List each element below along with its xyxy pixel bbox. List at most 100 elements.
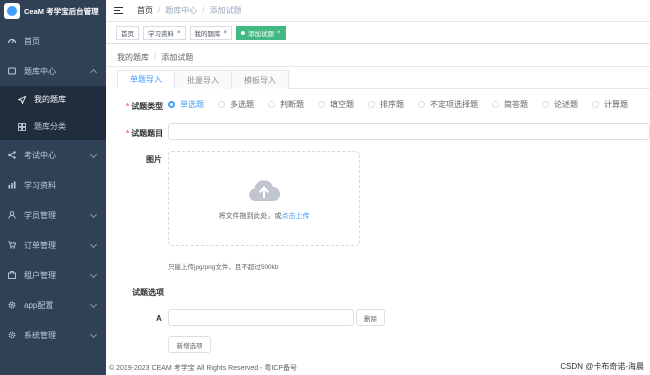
grid-icon <box>18 122 26 131</box>
brand[interactable]: CeaM 考学宝后台管理 <box>0 0 106 22</box>
sidebar-item-my-bank[interactable]: 我的题库 <box>0 86 106 113</box>
chevron-up-icon <box>89 68 98 77</box>
tag-label: 添加试题 <box>248 30 275 38</box>
sidebar-item-question-bank[interactable]: 题库中心 <box>0 56 106 86</box>
active-dot-icon <box>241 30 246 35</box>
sidebar-item-label: 我的题库 <box>34 95 66 104</box>
chevron-down-icon <box>89 270 98 279</box>
hamburger-icon[interactable] <box>114 6 123 15</box>
sidebar-item-label: 系统管理 <box>24 330 56 340</box>
question-bank-icon <box>8 67 16 75</box>
navbar: 首页 / 题库中心 / 添加试题 <box>106 0 650 22</box>
close-icon[interactable]: × <box>224 30 228 36</box>
dashboard-icon <box>8 37 16 45</box>
sidebar-item-bank-category[interactable]: 题库分类 <box>0 113 106 140</box>
option-input[interactable] <box>168 309 354 326</box>
breadcrumb-item: 添加试题 <box>161 53 194 62</box>
app-title: CeaM 考学宝后台管理 <box>24 6 99 16</box>
logo-icon <box>4 3 20 19</box>
tags-view: 首页 学习资料 × 我的题库 × 添加试题 × <box>106 22 650 44</box>
radio-essay[interactable]: 论述题 <box>542 99 578 110</box>
tag-label: 我的题库 <box>194 30 221 38</box>
radio-multiple-choice[interactable]: 多选题 <box>218 99 254 110</box>
radio-true-false[interactable]: 判断题 <box>268 99 304 110</box>
radio-short-answer[interactable]: 简答题 <box>492 99 528 110</box>
tab-template-import[interactable]: 模板导入 <box>231 70 289 89</box>
close-icon[interactable]: × <box>277 30 281 36</box>
divider <box>106 66 650 67</box>
chevron-down-icon <box>89 330 98 339</box>
question-title-label: * 试题题目 <box>126 129 164 138</box>
breadcrumb: 首页 / 题库中心 / 添加试题 <box>137 5 241 16</box>
tab-batch-import[interactable]: 批量导入 <box>174 70 232 89</box>
add-option-button[interactable]: 新增选项 <box>168 336 211 353</box>
sidebar-item-exam-center[interactable]: 考试中心 <box>0 140 106 170</box>
image-upload-dropzone[interactable]: 将文件拖到此处，或点击上传 <box>168 151 360 246</box>
breadcrumb-item: 添加试题 <box>209 6 242 15</box>
radio-sorting[interactable]: 排序题 <box>368 99 404 110</box>
sidebar: CeaM 考学宝后台管理 首页 题库中心 我的题库 题库分类 考试中心 学习资料… <box>0 0 106 375</box>
user-icon <box>8 211 16 219</box>
main-content: 我的题库 / 添加试题 单题导入 批量导入 模板导入 * 试题类型 单选题 多选题… <box>106 44 650 360</box>
sidebar-item-label: app配置 <box>24 300 54 310</box>
sidebar-item-label: 学员管理 <box>24 210 56 220</box>
sidebar-item-label: 首页 <box>24 36 40 46</box>
sidebar-menu: 首页 题库中心 我的题库 题库分类 考试中心 学习资料 学员管理 订单管理 租户… <box>0 26 106 350</box>
sidebar-item-study-material[interactable]: 学习资料 <box>0 170 106 200</box>
cart-icon <box>8 241 16 249</box>
chevron-down-icon <box>89 240 98 249</box>
radio-indefinite-choice[interactable]: 不定项选择题 <box>418 99 478 110</box>
sidebar-item-label: 考试中心 <box>24 150 56 160</box>
cloud-upload-icon <box>249 179 280 201</box>
question-type-label: * 试题类型 <box>126 102 164 111</box>
options-label: 试题选项 <box>132 288 164 297</box>
sidebar-item-home[interactable]: 首页 <box>0 26 106 56</box>
radio-calculation[interactable]: 计算题 <box>592 99 628 110</box>
upload-text: 将文件拖到此处，或点击上传 <box>218 212 310 220</box>
submenu-question-bank: 我的题库 题库分类 <box>0 86 106 140</box>
breadcrumb-item[interactable]: 首页 <box>137 5 153 16</box>
radio-single-choice[interactable]: 单选题 <box>168 99 204 110</box>
tag-study-material[interactable]: 学习资料 × <box>143 25 186 40</box>
tag-add-question[interactable]: 添加试题 × <box>236 25 286 40</box>
sidebar-item-label: 租户管理 <box>24 270 56 280</box>
close-icon[interactable]: × <box>177 30 181 36</box>
gear-icon <box>8 301 16 309</box>
chart-icon <box>8 181 16 189</box>
breadcrumb-separator: / <box>154 52 157 61</box>
csdn-watermark: CSDN @卡布奇诺-海晨 <box>560 362 644 371</box>
sidebar-item-label: 订单管理 <box>24 240 56 250</box>
breadcrumb-separator: / <box>202 6 205 15</box>
delete-option-button[interactable]: 删除 <box>356 309 385 326</box>
import-tabs: 单题导入 批量导入 模板导入 <box>117 70 650 89</box>
sidebar-item-student[interactable]: 学员管理 <box>0 200 106 230</box>
breadcrumb-item: 题库中心 <box>165 6 198 15</box>
sidebar-item-system[interactable]: 系统管理 <box>0 320 106 350</box>
tag-my-bank[interactable]: 我的题库 × <box>189 25 233 40</box>
system-icon <box>8 331 16 339</box>
sidebar-item-order[interactable]: 订单管理 <box>0 230 106 260</box>
chevron-down-icon <box>89 210 98 219</box>
page-breadcrumb: 我的题库 / 添加试题 <box>117 52 193 63</box>
sidebar-item-label: 学习资料 <box>24 180 56 190</box>
chevron-down-icon <box>89 300 98 309</box>
tab-single-import[interactable]: 单题导入 <box>117 70 175 89</box>
upload-tip: 只能上传jpg/png文件，且不超过500kb <box>168 264 279 271</box>
chevron-down-icon <box>89 150 98 159</box>
breadcrumb-item[interactable]: 我的题库 <box>117 52 149 63</box>
tag-home[interactable]: 首页 <box>116 25 139 40</box>
upload-link[interactable]: 点击上传 <box>282 213 310 220</box>
question-type-radios: 单选题 多选题 判断题 填空题 排序题 不定项选择题 简答题 论述题 计算题 <box>168 99 628 110</box>
option-letter: A <box>156 314 162 323</box>
tenant-icon <box>8 271 16 279</box>
tag-label: 学习资料 <box>148 30 174 38</box>
sidebar-item-tenant[interactable]: 租户管理 <box>0 260 106 290</box>
radio-fill-blank[interactable]: 填空题 <box>318 99 354 110</box>
image-label: 图片 <box>146 155 162 164</box>
question-title-input[interactable] <box>168 123 650 140</box>
sidebar-item-label: 题库分类 <box>34 122 66 131</box>
send-icon <box>18 95 26 104</box>
tag-label: 首页 <box>121 30 134 38</box>
share-icon <box>8 151 16 159</box>
sidebar-item-app-config[interactable]: app配置 <box>0 290 106 320</box>
